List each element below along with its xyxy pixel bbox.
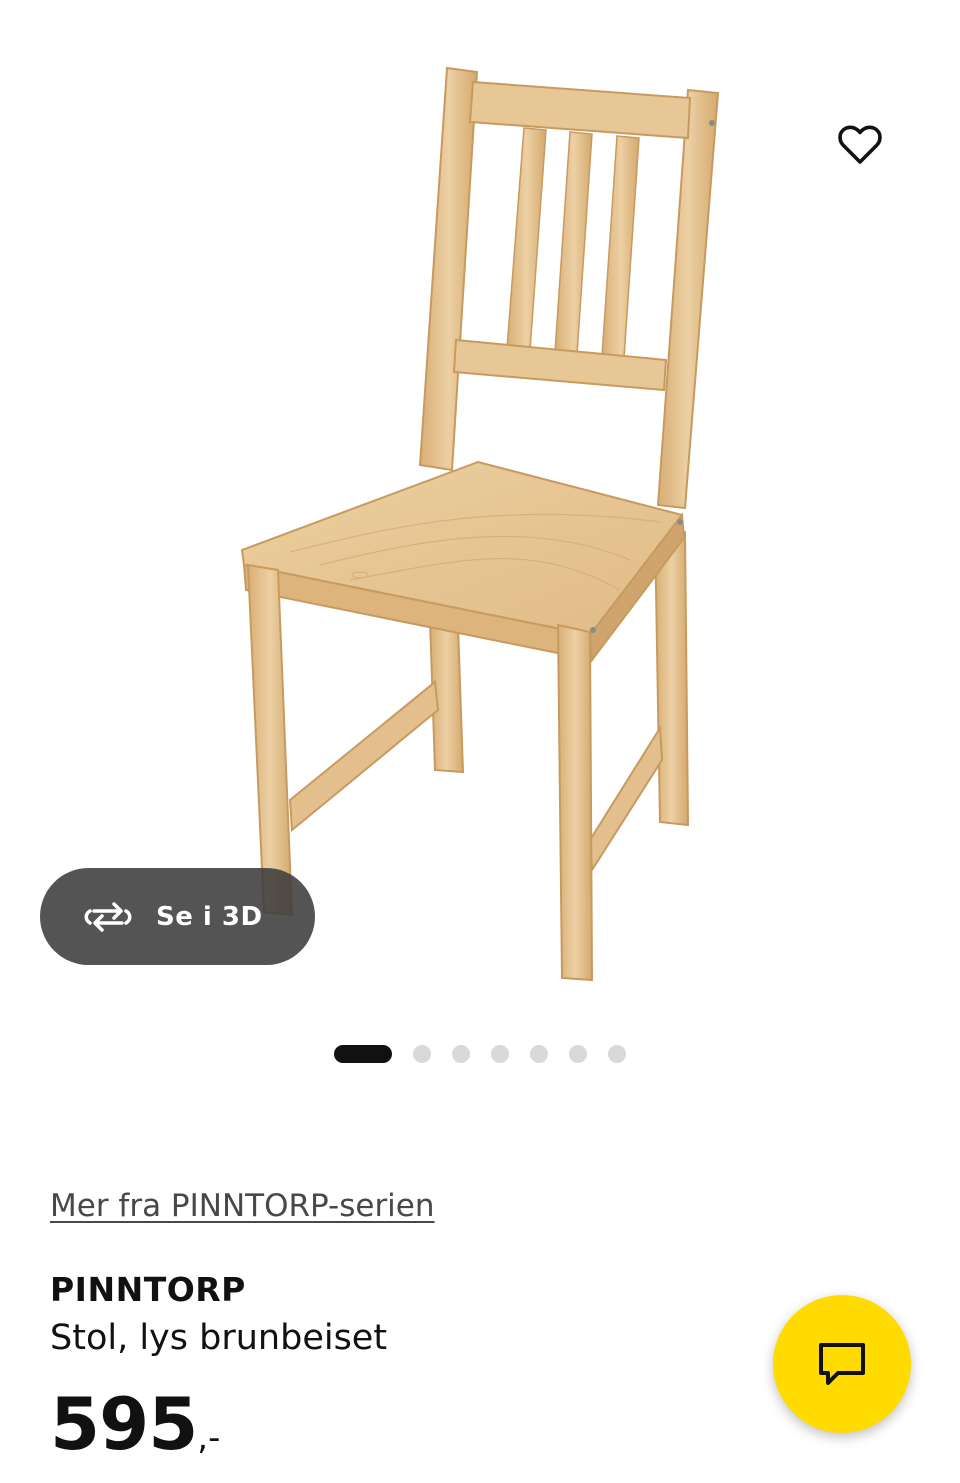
product-image-gallery[interactable]: Se i 3D: [0, 0, 960, 1010]
heart-outline-icon: [838, 125, 882, 164]
chat-button[interactable]: [773, 1295, 911, 1433]
carousel-pagination: [0, 1044, 960, 1064]
carousel-dot-5[interactable]: [529, 1045, 548, 1063]
chat-bubble-icon: [819, 1343, 865, 1385]
product-name: PINNTORP: [50, 1270, 246, 1309]
series-link[interactable]: Mer fra PINNTORP-serien: [50, 1188, 435, 1224]
carousel-dot-7[interactable]: [607, 1045, 626, 1063]
view-in-3d-button[interactable]: Se i 3D: [40, 868, 315, 965]
carousel-dot-2[interactable]: [412, 1045, 431, 1063]
product-price: 595,-: [50, 1382, 220, 1466]
price-suffix: ,-: [197, 1418, 221, 1458]
price-amount: 595: [50, 1382, 198, 1466]
carousel-dot-6[interactable]: [568, 1045, 587, 1063]
carousel-dot-1[interactable]: [334, 1045, 393, 1063]
product-description: Stol, lys brunbeiset: [50, 1318, 388, 1358]
rotate-3d-icon: [82, 899, 134, 935]
carousel-dot-4[interactable]: [490, 1045, 509, 1063]
carousel-dot-3[interactable]: [451, 1045, 470, 1063]
view-in-3d-label: Se i 3D: [156, 901, 263, 932]
chair-product-image: [240, 66, 720, 982]
favorite-button[interactable]: [830, 115, 890, 175]
